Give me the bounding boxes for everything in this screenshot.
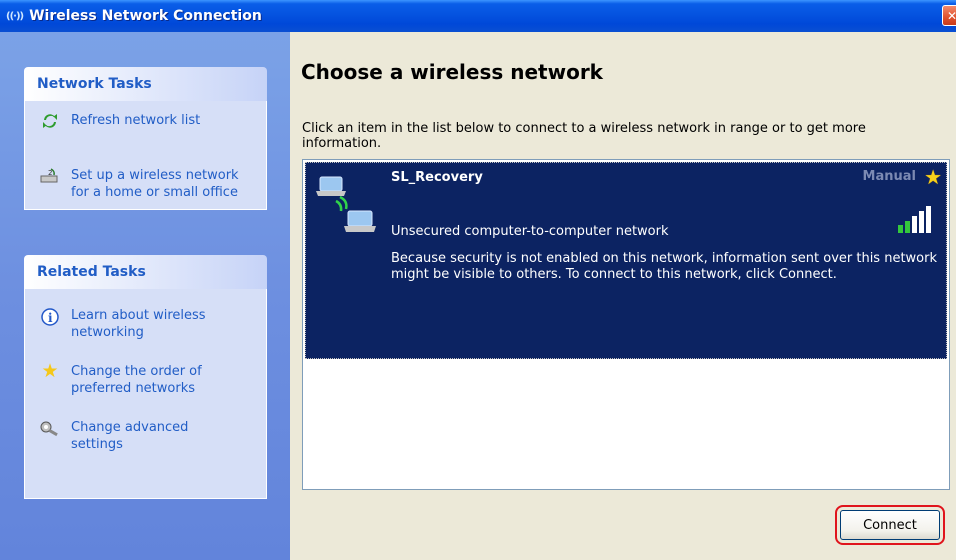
task-setup-wireless-network[interactable]: 2 Set up a wireless network for a home o… (35, 167, 256, 201)
refresh-icon (35, 112, 65, 133)
task-learn-about-wireless[interactable]: i Learn about wireless networking (35, 307, 256, 341)
svg-text:i: i (48, 311, 53, 325)
task-refresh-network-list[interactable]: Refresh network list (35, 112, 256, 133)
page-title: Choose a wireless network (301, 60, 603, 84)
main-content: Choose a wireless network Click an item … (290, 32, 956, 560)
close-icon: ✕ (946, 8, 956, 23)
task-label: Change advanced settings (71, 420, 189, 452)
info-icon: i (35, 307, 65, 330)
task-label: Set up a wireless network for a home or … (71, 168, 239, 200)
task-label: Change the order of preferred networks (71, 364, 202, 396)
star-icon: ★ (41, 360, 59, 382)
task-change-preferred-order[interactable]: ★ Change the order of preferred networks (35, 360, 256, 397)
settings-icon (35, 419, 65, 440)
task-label: Refresh network list (71, 113, 201, 128)
title-bar: ((·)) Wireless Network Connection ✕ (0, 0, 956, 32)
signal-strength-icon (898, 206, 931, 233)
network-details: Because security is not enabled on this … (391, 251, 938, 282)
related-tasks-box: Related Tasks i Learn about wireless net… (24, 255, 267, 499)
related-tasks-header: Related Tasks (24, 255, 267, 289)
network-security: Unsecured computer-to-computer network (391, 224, 669, 239)
network-ssid: SL_Recovery (391, 170, 483, 185)
network-item-selected[interactable]: SL_Recovery Manual ★ Unsecured computer-… (305, 162, 947, 359)
network-tasks-header: Network Tasks (24, 67, 267, 101)
network-tasks-box: Network Tasks Refresh network list 2 Set… (24, 67, 267, 210)
connect-button[interactable]: Connect (835, 505, 945, 545)
network-list[interactable]: SL_Recovery Manual ★ Unsecured computer-… (302, 159, 950, 490)
task-change-advanced-settings[interactable]: Change advanced settings (35, 419, 256, 453)
preferred-star-icon: ★ (924, 165, 942, 189)
window-title: Wireless Network Connection (29, 8, 262, 24)
svg-text:2: 2 (48, 169, 52, 177)
close-button[interactable]: ✕ (942, 5, 956, 26)
computer-to-computer-icon (316, 176, 376, 232)
network-mode: Manual (862, 169, 916, 184)
page-description: Click an item in the list below to conne… (302, 121, 866, 151)
setup-wizard-icon: 2 (35, 167, 65, 188)
wireless-antenna-icon: ((·)) (6, 10, 24, 22)
task-pane: Network Tasks Refresh network list 2 Set… (0, 32, 290, 560)
task-label: Learn about wireless networking (71, 308, 206, 340)
